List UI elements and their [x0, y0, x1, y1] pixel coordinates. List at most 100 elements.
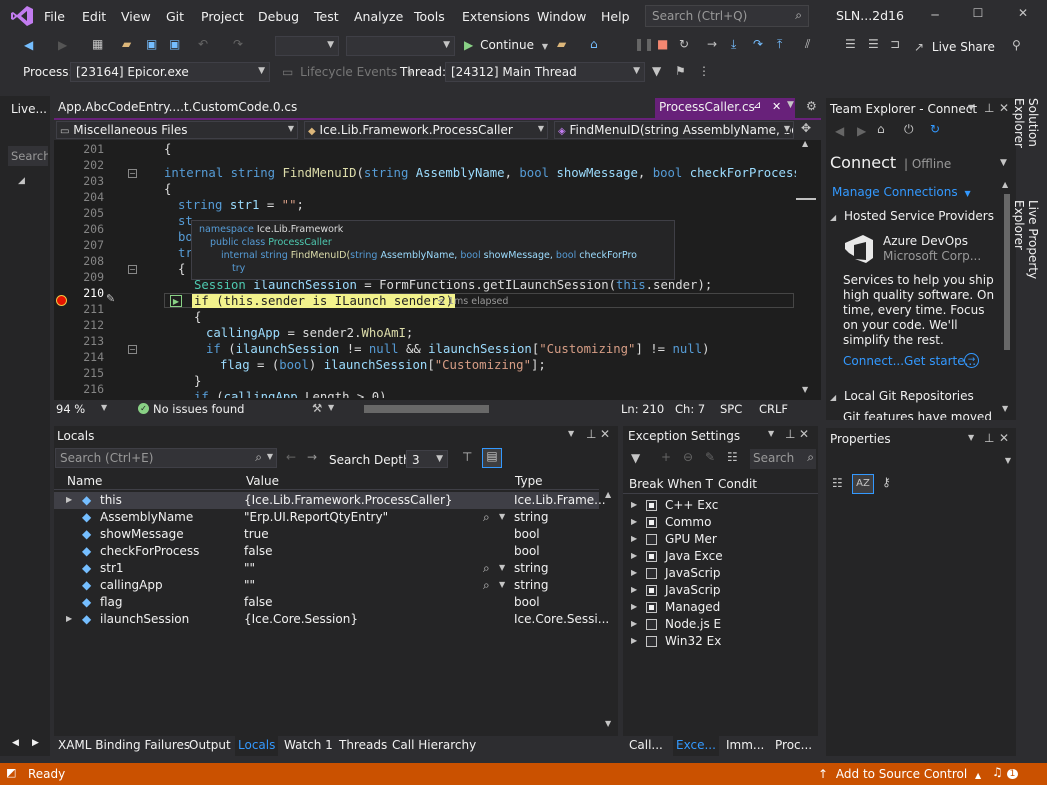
- visualizer-icon[interactable]: ⌕: [483, 510, 490, 525]
- pause-icon[interactable]: ❚❚: [634, 37, 654, 51]
- close-icon[interactable]: ✕: [1015, 6, 1031, 20]
- expand-icon[interactable]: ▶: [631, 636, 637, 645]
- categorized-icon[interactable]: ☷: [832, 476, 843, 490]
- comment-icon[interactable]: ☰: [845, 37, 856, 51]
- side-tab-solution-explorer[interactable]: Solution Explorer: [1012, 98, 1040, 188]
- find-icon[interactable]: ▰: [557, 37, 566, 51]
- tab-output[interactable]: Output: [189, 738, 231, 752]
- table-row[interactable]: ▶ ◆ this {Ice.Lib.Framework.ProcessCalle…: [54, 492, 606, 509]
- new-project-icon[interactable]: ▦: [92, 37, 103, 51]
- scroll-up-icon[interactable]: ▲: [605, 490, 611, 499]
- arrow-circle-icon[interactable]: →: [964, 353, 979, 368]
- tab-call-hierarchy[interactable]: Call Hierarchy: [392, 738, 476, 752]
- collapse-icon[interactable]: −: [128, 169, 137, 178]
- app-insights-icon[interactable]: ⌂: [590, 37, 598, 51]
- column-header-condition[interactable]: Condit: [718, 477, 757, 491]
- chevron-down-icon[interactable]: ▼: [499, 563, 505, 572]
- expand-icon[interactable]: ▶: [631, 602, 637, 611]
- variable-value[interactable]: {Ice.Lib.Framework.ProcessCaller}: [244, 493, 453, 507]
- variable-value[interactable]: false: [244, 544, 273, 558]
- column-header-value[interactable]: Value: [246, 474, 279, 488]
- hosted-providers-section[interactable]: ◢ Hosted Service Providers: [830, 209, 994, 223]
- line-indicator[interactable]: Ln: 210: [621, 402, 664, 416]
- back-icon[interactable]: ◀: [24, 38, 33, 52]
- menu-file[interactable]: File: [44, 9, 65, 24]
- scroll-up-icon[interactable]: ▲: [1002, 180, 1008, 189]
- pin-icon[interactable]: ⊿: [753, 100, 761, 111]
- chevron-down-icon[interactable]: ▼: [499, 580, 505, 589]
- tab-immediate[interactable]: Imm...: [726, 738, 764, 752]
- pin-icon[interactable]: ⊥: [785, 427, 795, 441]
- exception-checkbox[interactable]: [646, 636, 657, 647]
- scroll-thumb[interactable]: [1004, 194, 1010, 350]
- menu-project[interactable]: Project: [201, 9, 244, 24]
- side-tab-live-property-explorer[interactable]: Live Property Explorer: [1012, 200, 1040, 320]
- hot-reload-icon[interactable]: ⫽: [805, 37, 810, 52]
- view-toggle-icon[interactable]: ▤: [482, 448, 502, 468]
- list-item[interactable]: ▶ Win32 Ex: [623, 633, 818, 650]
- table-row[interactable]: ◆ str1 "" ⌕ ▼ string: [54, 560, 599, 577]
- list-item[interactable]: ▶ GPU Mer: [623, 531, 818, 548]
- open-folder-icon[interactable]: ▰: [122, 37, 131, 51]
- list-item[interactable]: ▶ Java Exce: [623, 548, 818, 565]
- live-panel-search[interactable]: Search: [8, 146, 48, 166]
- menu-test[interactable]: Test: [314, 9, 339, 24]
- locals-search-input[interactable]: Search (Ctrl+E) ⌕ ▼: [55, 448, 277, 468]
- scroll-down-icon[interactable]: ▼: [802, 385, 808, 394]
- forward-icon[interactable]: ▶: [58, 38, 67, 52]
- tab-watch-1[interactable]: Watch 1: [284, 738, 333, 752]
- variable-value[interactable]: "Erp.UI.ReportQtyEntry": [244, 510, 388, 524]
- exception-checkbox[interactable]: [646, 551, 657, 562]
- edit-icon[interactable]: ✎: [705, 450, 715, 464]
- issues-status[interactable]: No issues found: [153, 402, 244, 416]
- menu-analyze[interactable]: Analyze: [354, 9, 403, 24]
- menu-git[interactable]: Git: [166, 9, 184, 24]
- tab-customcode[interactable]: App.AbcCodeEntry....t.CustomCode.0.cs: [54, 98, 301, 118]
- back-icon[interactable]: ◀: [835, 124, 844, 138]
- chevron-down-icon[interactable]: ▼: [499, 512, 505, 521]
- platform-combo[interactable]: ▼: [346, 36, 455, 56]
- solution-name[interactable]: SLN...2d16: [836, 8, 904, 23]
- search-input[interactable]: Search (Ctrl+Q) ⌕: [645, 5, 809, 27]
- add-to-source-control-button[interactable]: ↑ Add to Source Control ▲: [818, 767, 981, 781]
- exception-checkbox[interactable]: [646, 500, 657, 511]
- local-git-section[interactable]: ◢ Local Git Repositories: [830, 389, 974, 403]
- live-panel-tab[interactable]: Live...: [11, 102, 47, 116]
- chevron-down-icon[interactable]: ▼: [968, 103, 974, 112]
- horizontal-scroll-thumb[interactable]: [364, 405, 489, 413]
- chevron-down-icon[interactable]: ▼: [568, 429, 574, 438]
- edit-and-continue-icon[interactable]: ✎: [106, 292, 115, 305]
- chevron-down-icon[interactable]: ▼: [101, 403, 107, 412]
- expand-icon[interactable]: ▶: [631, 585, 637, 594]
- scroll-down-icon[interactable]: ▼: [1002, 404, 1008, 413]
- step-out-icon[interactable]: ⤒: [777, 37, 782, 52]
- table-row[interactable]: ◆ callingApp "" ⌕ ▼ string: [54, 577, 599, 594]
- column-header-name[interactable]: Name: [67, 474, 102, 488]
- column-indicator[interactable]: Ch: 7: [675, 402, 705, 416]
- show-next-statement-icon[interactable]: →: [707, 37, 717, 51]
- connect-get-started-link[interactable]: Connect...Get starte...: [843, 354, 976, 368]
- menu-window[interactable]: Window: [537, 9, 586, 24]
- menu-tools[interactable]: Tools: [414, 9, 445, 24]
- execution-arrow-icon[interactable]: ▶: [170, 295, 182, 307]
- collapse-icon[interactable]: −: [128, 345, 137, 354]
- class-dropdown[interactable]: ◆ Ice.Lib.Framework.ProcessCaller ▼: [304, 121, 548, 139]
- table-row[interactable]: ▶ ◆ ilaunchSession {Ice.Core.Session} Ic…: [54, 611, 609, 628]
- tab-locals[interactable]: Locals: [235, 736, 279, 756]
- expand-icon[interactable]: ▶: [631, 619, 637, 628]
- line-ending-indicator[interactable]: CRLF: [759, 402, 788, 416]
- property-pages-icon[interactable]: ⚷: [882, 475, 891, 489]
- visualizer-icon[interactable]: ⌕: [483, 578, 490, 593]
- tab-scroll-left-icon[interactable]: ◀: [12, 738, 19, 748]
- list-item[interactable]: ▶ JavaScrip: [623, 565, 818, 582]
- visualizer-icon[interactable]: ⌕: [483, 561, 490, 576]
- expand-icon[interactable]: ▶: [631, 534, 637, 543]
- search-depth-combo[interactable]: 3 ▼: [406, 450, 448, 468]
- stop-icon[interactable]: ■: [657, 37, 668, 51]
- thread-combo[interactable]: [24312] Main Thread ▼: [445, 62, 645, 82]
- list-item[interactable]: ▶ Managed: [623, 599, 818, 616]
- list-icon[interactable]: ☷: [727, 450, 738, 464]
- chevron-down-icon[interactable]: ▼: [968, 433, 974, 442]
- expand-icon[interactable]: ▶: [631, 551, 637, 560]
- save-icon[interactable]: ▣: [146, 37, 157, 51]
